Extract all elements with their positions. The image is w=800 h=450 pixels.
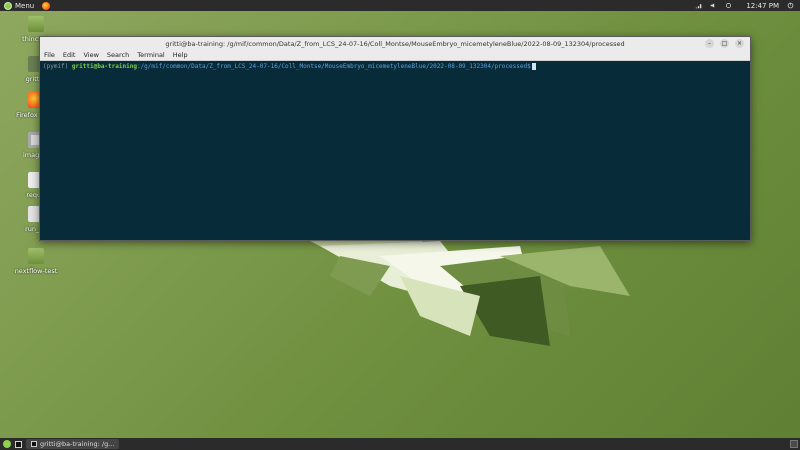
- top-panel: Menu 12:47 PM: [0, 0, 800, 11]
- menu-view[interactable]: View: [83, 51, 98, 59]
- terminal-window[interactable]: gritti@ba-training: /g/mif/common/Data/Z…: [39, 36, 751, 241]
- menu-search[interactable]: Search: [107, 51, 129, 59]
- prompt-env: (pymif): [43, 63, 69, 70]
- menu-label: Menu: [15, 1, 35, 10]
- desktop-icon-nextflow-test[interactable]: nextflow-test: [8, 248, 64, 275]
- terminal-title: gritti@ba-training: /g/mif/common/Data/Z…: [165, 39, 625, 48]
- close-icon[interactable]: ×: [735, 39, 744, 48]
- text-cursor: [531, 63, 536, 70]
- prompt-path: :/g/mif/common/Data/Z_from_LCS_24-07-16/…: [136, 63, 531, 70]
- volume-icon[interactable]: [710, 2, 717, 9]
- window-controls: – □ ×: [705, 39, 744, 48]
- notifications-icon[interactable]: [725, 2, 732, 9]
- system-tray: 12:47 PM: [695, 0, 794, 11]
- folder-icon: [28, 248, 44, 264]
- menu-help[interactable]: Help: [173, 51, 188, 59]
- taskbar-terminal-label: gritti@ba-training: /g...: [40, 440, 115, 448]
- wallpaper-graphic: [300, 236, 630, 346]
- show-desktop-icon[interactable]: [790, 440, 798, 448]
- bottom-panel: gritti@ba-training: /g...: [0, 438, 800, 450]
- taskbar-terminal-button[interactable]: gritti@ba-training: /g...: [26, 439, 120, 449]
- menu-file[interactable]: File: [44, 51, 55, 59]
- network-icon[interactable]: [695, 2, 702, 9]
- terminal-icon: [31, 441, 37, 447]
- menu-edit[interactable]: Edit: [63, 51, 76, 59]
- terminal-menubar: File Edit View Search Terminal Help: [40, 50, 750, 61]
- firefox-launcher-icon[interactable]: [42, 1, 51, 10]
- terminal-titlebar[interactable]: gritti@ba-training: /g/mif/common/Data/Z…: [40, 37, 750, 50]
- mint-logo-icon: [4, 1, 12, 10]
- menu-terminal[interactable]: Terminal: [137, 51, 164, 59]
- minimize-icon[interactable]: –: [705, 39, 714, 48]
- clock[interactable]: 12:47 PM: [746, 2, 779, 10]
- power-icon[interactable]: [787, 2, 794, 9]
- folder-icon: [28, 16, 44, 32]
- prompt-user: gritti@ba-training: [71, 63, 137, 70]
- terminal-launcher-icon[interactable]: [15, 440, 22, 448]
- menu-button[interactable]: Menu: [0, 0, 38, 11]
- mint-menu-icon[interactable]: [3, 440, 11, 448]
- terminal-body[interactable]: (pymif) gritti@ba-training:/g/mif/common…: [40, 61, 750, 72]
- maximize-icon[interactable]: □: [720, 39, 729, 48]
